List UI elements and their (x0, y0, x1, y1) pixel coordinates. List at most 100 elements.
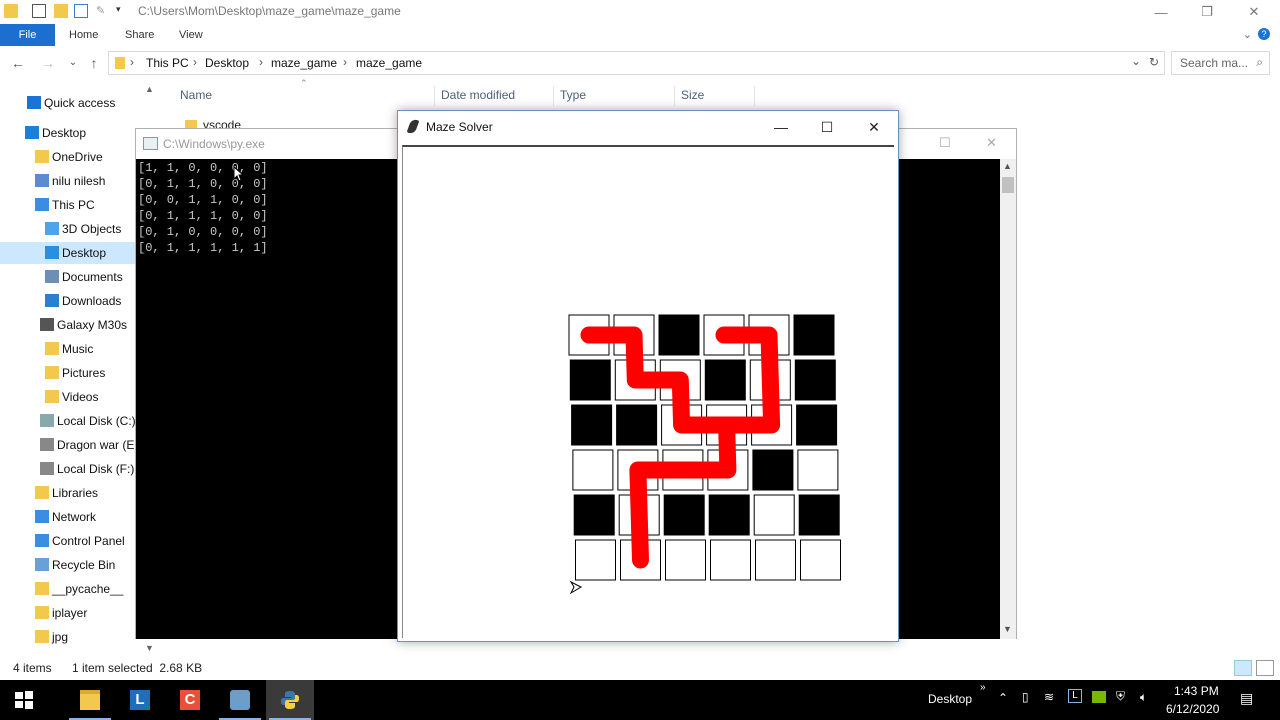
show-hidden-icons-icon[interactable]: ⌃ (998, 691, 1008, 705)
maze-wall-cell (708, 494, 750, 536)
maximize-button[interactable]: ☐ (804, 111, 850, 143)
scroll-down-icon[interactable]: ▼ (145, 643, 154, 653)
customize-toolbar-icon[interactable]: ▾ (116, 4, 130, 18)
maximize-button[interactable]: ☐ (939, 135, 951, 151)
window-icon[interactable] (74, 4, 88, 18)
taskbar-app-c[interactable]: C (166, 680, 214, 720)
sidebar-item[interactable]: Quick access (0, 92, 160, 114)
console-line: [0, 1, 1, 0, 0, 0] (138, 177, 268, 191)
sidebar-item-label: Local Disk (F:) (57, 462, 135, 476)
breadcrumb-this-pc[interactable]: This PC (146, 56, 189, 70)
search-input[interactable]: Search ma... ⌕ (1171, 51, 1270, 75)
clock-date[interactable]: 6/12/2020 (1166, 702, 1219, 716)
l-tray-icon[interactable]: L (1068, 689, 1082, 703)
maze-drawing (568, 314, 841, 595)
console-scrollbar[interactable]: ▲ ▼ (1000, 159, 1016, 639)
console-line: [0, 0, 1, 1, 0, 0] (138, 193, 268, 207)
computer-icon (35, 198, 49, 211)
maze-open-cell (797, 449, 839, 491)
tab-home[interactable]: Home (57, 24, 110, 46)
new-folder-icon[interactable] (54, 4, 68, 18)
maze-open-cell (572, 449, 614, 491)
maximize-button[interactable]: ❐ (1184, 0, 1230, 24)
chevron-right-icon: › (343, 55, 347, 69)
minimize-button[interactable]: — (758, 111, 804, 143)
search-placeholder: Search ma... (1180, 56, 1249, 70)
sidebar-item-label: Pictures (62, 366, 106, 380)
chevron-right-icon: › (259, 55, 263, 69)
music-icon (45, 342, 59, 355)
tk-feather-icon (406, 118, 420, 135)
desktop-icon (45, 246, 59, 259)
folder-icon (80, 690, 100, 710)
taskbar-file-explorer[interactable] (66, 680, 114, 720)
start-button[interactable] (0, 680, 48, 720)
sidebar-item-label: Galaxy M30s (57, 318, 128, 332)
close-button[interactable]: ✕ (986, 135, 997, 151)
console-line: [0, 1, 1, 1, 1, 1] (138, 241, 268, 255)
sidebar-item-label: 3D Objects (62, 222, 122, 236)
tab-share[interactable]: Share (113, 24, 166, 46)
usb-icon[interactable]: ▯ (1022, 690, 1029, 704)
column-type[interactable]: Type (560, 88, 586, 102)
maze-wall-cell (704, 359, 746, 401)
large-icons-view-button[interactable] (1256, 660, 1274, 676)
sidebar-item-label: iplayer (52, 606, 88, 620)
maze-open-cell (575, 539, 616, 581)
notifications-icon[interactable]: ▤ (1240, 690, 1253, 707)
folder-icon (4, 4, 18, 18)
column-divider (434, 86, 435, 106)
taskbar-app-l[interactable]: L (116, 680, 164, 720)
clock-time[interactable]: 1:43 PM (1174, 684, 1219, 698)
column-size[interactable]: Size (681, 88, 704, 102)
details-view-button[interactable] (1234, 660, 1252, 676)
window-title-path: C:\Users\Mom\Desktop\maze_game\maze_game (138, 4, 401, 18)
star-icon (27, 96, 41, 109)
tab-file[interactable]: File (0, 24, 55, 46)
cube-icon (45, 222, 59, 235)
help-icon[interactable]: ? (1258, 28, 1270, 40)
tab-view[interactable]: View (167, 24, 215, 46)
maze-wall-cell (571, 404, 613, 446)
expand-ribbon-icon[interactable]: ⌄ (1243, 28, 1252, 41)
maze-wall-cell (793, 314, 835, 356)
volume-icon[interactable]: 🔈︎ (1140, 690, 1147, 705)
column-date-modified[interactable]: Date modified (441, 88, 515, 102)
drive-icon (40, 438, 54, 451)
maze-titlebar: Maze Solver — ☐ ✕ (398, 111, 898, 143)
refresh-icon[interactable]: ↻ (1149, 55, 1159, 69)
up-button[interactable]: ↑ (84, 53, 104, 73)
nvidia-icon[interactable] (1092, 691, 1106, 703)
scrollbar-thumb[interactable] (1002, 177, 1014, 193)
forward-button[interactable]: → (38, 53, 58, 73)
back-button[interactable]: ← (8, 53, 28, 73)
l-app-icon: L (130, 690, 150, 710)
taskbar-python[interactable] (266, 680, 314, 720)
scroll-down-icon[interactable]: ▼ (1003, 624, 1012, 634)
chevron-down-icon[interactable]: ⌄ (1131, 54, 1141, 68)
column-divider (553, 86, 554, 106)
maze-open-cell (710, 539, 751, 581)
toolbar-overflow-icon[interactable]: » (980, 682, 986, 693)
column-name[interactable]: Name (180, 88, 212, 102)
security-shield-icon[interactable]: ⛨ (1116, 689, 1125, 704)
search-icon: ⌕ (1256, 55, 1263, 69)
close-button[interactable]: ✕ (851, 111, 897, 143)
pin-icon[interactable]: ✎ (96, 4, 110, 18)
taskbar-app-network[interactable] (216, 680, 264, 720)
sort-up-icon: ⌃ (300, 78, 308, 88)
address-field[interactable]: › This PC › Desktop › maze_game › maze_g… (108, 51, 1165, 75)
wifi-icon[interactable]: ≋ (1044, 690, 1054, 704)
maze-canvas[interactable] (402, 145, 894, 638)
sidebar-item-label: This PC (52, 198, 95, 212)
recent-locations-button[interactable]: ⌄ (63, 53, 83, 73)
properties-icon[interactable] (32, 4, 46, 18)
breadcrumb-desktop[interactable]: Desktop (205, 56, 249, 70)
desktop-toolbar-label[interactable]: Desktop (928, 692, 972, 706)
sidebar-item-label: __pycache__ (52, 582, 124, 596)
close-button[interactable]: ✕ (1231, 0, 1277, 24)
scroll-up-icon[interactable]: ▲ (1003, 161, 1012, 171)
minimize-button[interactable]: — (1138, 0, 1184, 24)
breadcrumb-maze-game-current[interactable]: maze_game (356, 56, 422, 70)
breadcrumb-maze-game[interactable]: maze_game (271, 56, 337, 70)
